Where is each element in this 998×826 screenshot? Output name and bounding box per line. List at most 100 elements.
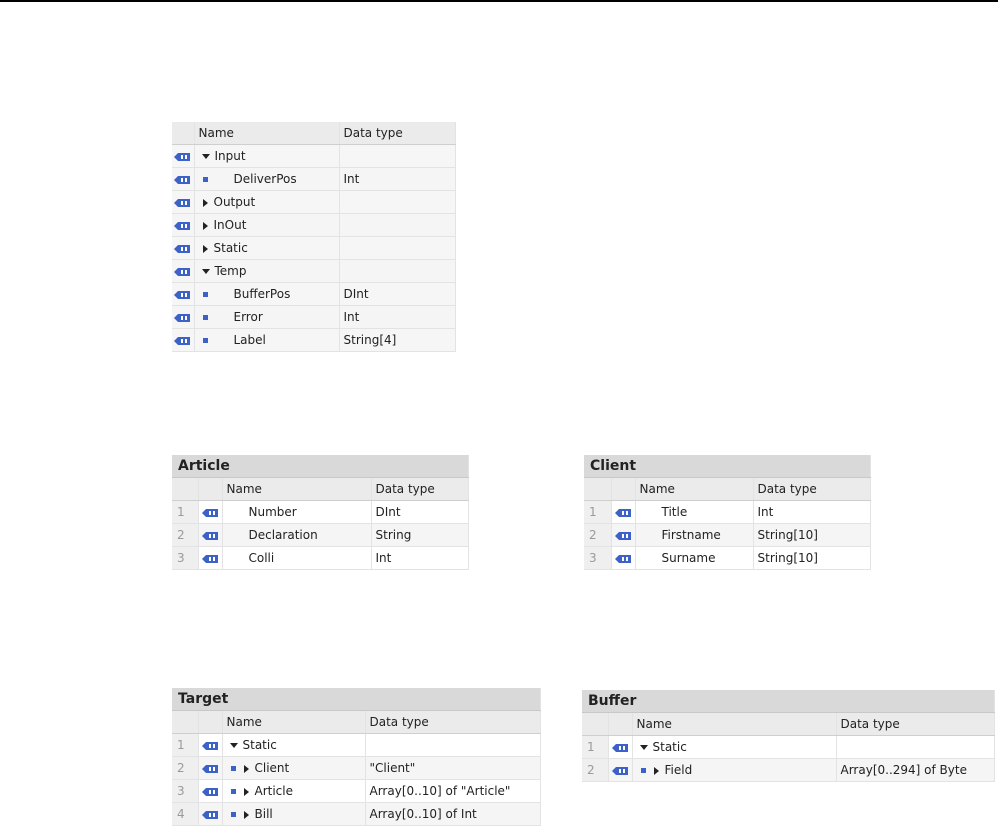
column-header-data-type[interactable]: Data type: [836, 712, 995, 736]
collapse-arrow-icon[interactable]: [202, 221, 208, 230]
row-type[interactable]: [339, 144, 456, 168]
row-type[interactable]: [339, 259, 456, 283]
row-type[interactable]: Array[0..294] of Byte: [836, 758, 995, 782]
table-row[interactable]: 2 Firstname String[10]: [584, 523, 871, 547]
collapse-arrow-icon[interactable]: [202, 244, 208, 253]
table-row[interactable]: 1 Static: [172, 733, 541, 757]
row-type[interactable]: Int: [339, 167, 456, 191]
row-type[interactable]: String: [371, 523, 469, 547]
column-header-name[interactable]: Name: [635, 477, 754, 501]
table-row[interactable]: Static: [172, 236, 456, 260]
column-header-data-type[interactable]: Data type: [339, 122, 456, 145]
expand-arrow-icon[interactable]: [639, 745, 648, 750]
interface-icon: [202, 508, 219, 518]
column-header-name[interactable]: Name: [222, 710, 366, 734]
row-type[interactable]: [339, 190, 456, 214]
interface-icon: [615, 554, 632, 564]
table-row[interactable]: DeliverPos Int: [172, 167, 456, 191]
table-title: Target: [172, 688, 541, 711]
column-header-data-type[interactable]: Data type: [371, 477, 469, 501]
row-type[interactable]: String[4]: [339, 328, 456, 352]
row-name: Title: [661, 505, 688, 519]
row-type[interactable]: [339, 213, 456, 237]
interface-icon: [202, 810, 219, 820]
collapse-arrow-icon[interactable]: [653, 766, 659, 775]
row-number: 2: [172, 756, 199, 780]
row-name: Declaration: [248, 528, 318, 542]
header-gutter: [608, 712, 633, 736]
collapse-arrow-icon[interactable]: [243, 764, 249, 773]
interface-icon: [612, 766, 629, 776]
table-row[interactable]: 3 Surname String[10]: [584, 546, 871, 570]
table-row[interactable]: 2 Field Array[0..294] of Byte: [582, 758, 995, 782]
collapse-arrow-icon[interactable]: [243, 787, 249, 796]
row-type[interactable]: Array[0..10] of "Article": [365, 779, 541, 803]
header-gutter: [582, 712, 609, 736]
table-row[interactable]: 3 Colli Int: [172, 546, 469, 570]
table-row[interactable]: BufferPos DInt: [172, 282, 456, 306]
expand-arrow-icon[interactable]: [201, 154, 210, 159]
expand-arrow-icon[interactable]: [201, 269, 210, 274]
column-header-name[interactable]: Name: [194, 122, 340, 145]
row-number: 1: [582, 735, 609, 759]
table-row[interactable]: Output: [172, 190, 456, 214]
column-header-data-type[interactable]: Data type: [365, 710, 541, 734]
row-number: 2: [582, 758, 609, 782]
row-type[interactable]: DInt: [371, 500, 469, 524]
row-name: Number: [248, 505, 297, 519]
column-header-data-type[interactable]: Data type: [753, 477, 871, 501]
row-type[interactable]: Int: [339, 305, 456, 329]
row-type[interactable]: [836, 735, 995, 759]
table-row[interactable]: InOut: [172, 213, 456, 237]
row-name: Client: [254, 761, 290, 775]
row-type[interactable]: String[10]: [753, 523, 871, 547]
row-name: Static: [242, 738, 277, 752]
collapse-arrow-icon[interactable]: [202, 198, 208, 207]
row-number: 2: [584, 523, 612, 547]
client-table: Client Name Data type 1 Title Int 2 Firs…: [584, 455, 871, 570]
row-type[interactable]: Array[0..10] of Int: [365, 802, 541, 826]
interface-icon: [615, 508, 632, 518]
table-row[interactable]: 3 Article Array[0..10] of "Article": [172, 779, 541, 803]
row-name: InOut: [213, 218, 247, 232]
column-header-name[interactable]: Name: [222, 477, 372, 501]
row-type[interactable]: Int: [753, 500, 871, 524]
row-name: Firstname: [661, 528, 721, 542]
row-name: Surname: [661, 551, 716, 565]
row-type[interactable]: "Client": [365, 756, 541, 780]
column-header-name[interactable]: Name: [632, 712, 837, 736]
buffer-table: Buffer Name Data type 1 Static 2 Field A…: [582, 690, 995, 782]
table-row[interactable]: 1 Number DInt: [172, 500, 469, 524]
article-table: Article Name Data type 1 Number DInt 2 D…: [172, 455, 469, 570]
row-name: Label: [233, 333, 266, 347]
header-gutter: [172, 122, 195, 145]
row-type[interactable]: [339, 236, 456, 260]
header-gutter: [172, 710, 199, 734]
table-row[interactable]: 4 Bill Array[0..10] of Int: [172, 802, 541, 826]
row-type[interactable]: String[10]: [753, 546, 871, 570]
header-gutter: [198, 477, 223, 501]
row-name: Static: [213, 241, 248, 255]
member-icon: [202, 315, 208, 320]
row-name: Input: [214, 149, 246, 163]
collapse-arrow-icon[interactable]: [243, 810, 249, 819]
row-name: DeliverPos: [233, 172, 297, 186]
row-type[interactable]: DInt: [339, 282, 456, 306]
expand-arrow-icon[interactable]: [229, 743, 238, 748]
table-row[interactable]: 2 Client "Client": [172, 756, 541, 780]
table-row[interactable]: Error Int: [172, 305, 456, 329]
interface-icon: [612, 743, 629, 753]
table-row[interactable]: 2 Declaration String: [172, 523, 469, 547]
row-name: Static: [652, 740, 687, 754]
header-gutter: [172, 477, 199, 501]
table-row[interactable]: Temp: [172, 259, 456, 283]
row-type[interactable]: Int: [371, 546, 469, 570]
table-row[interactable]: 1 Static: [582, 735, 995, 759]
target-table: Target Name Data type 1 Static 2 Client …: [172, 688, 541, 826]
table-row[interactable]: Input: [172, 144, 456, 168]
table-row[interactable]: Label String[4]: [172, 328, 456, 352]
member-icon: [202, 292, 208, 297]
table-row[interactable]: 1 Title Int: [584, 500, 871, 524]
row-number: 3: [172, 779, 199, 803]
row-type[interactable]: [365, 733, 541, 757]
